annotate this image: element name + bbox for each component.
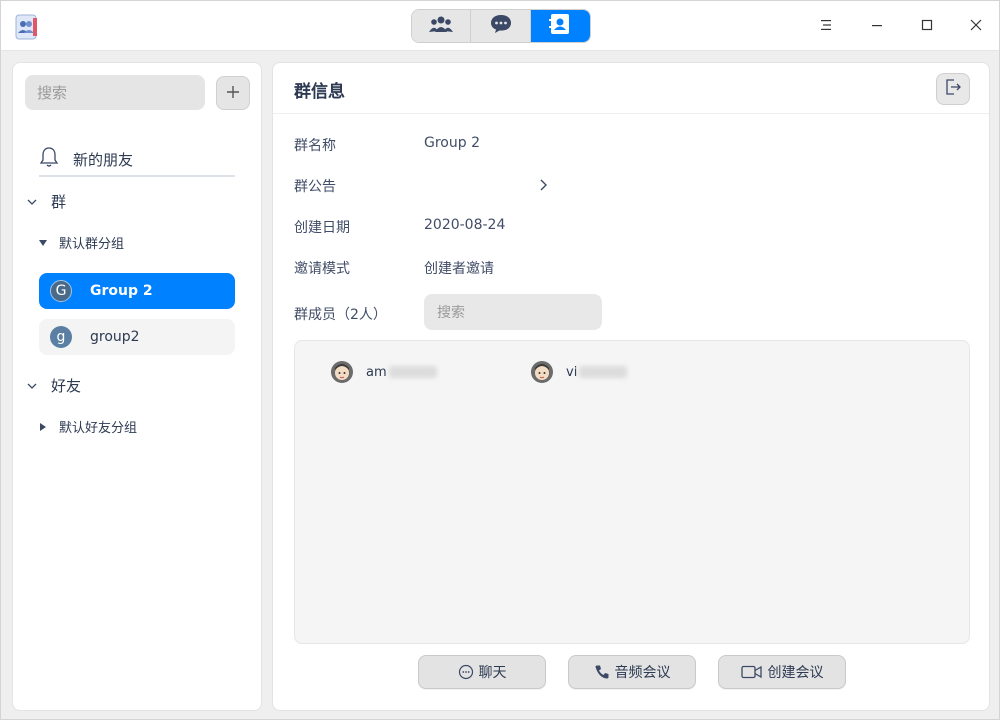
avatar	[331, 361, 353, 383]
minimize-icon	[870, 17, 884, 36]
group-item-group-2[interactable]: G Group 2	[39, 273, 235, 309]
app-window: 搜索 新的朋友 群 默认群分组 G Group 2 g group2 好友 默认…	[0, 0, 1000, 720]
close-button[interactable]	[961, 11, 991, 41]
member-search-placeholder: 搜索	[437, 305, 465, 321]
default-group-label: 默认群分组	[59, 237, 125, 252]
people-icon	[428, 14, 454, 38]
group-info-panel: 群信息 群名称 Group 2 群公告 创建日期 2020-08-24 邀请模式…	[272, 62, 990, 711]
member-item[interactable]: vi	[531, 361, 628, 383]
exit-icon	[944, 78, 962, 100]
close-icon	[969, 17, 983, 36]
triangle-right-icon	[37, 422, 49, 431]
bell-icon	[39, 146, 59, 172]
contact-card-icon	[549, 13, 571, 39]
group-name: group2	[90, 329, 140, 345]
chevron-down-icon	[25, 382, 39, 390]
audio-meeting-button-label: 音频会议	[614, 665, 671, 681]
plus-icon	[226, 84, 240, 103]
members-label: 群成员（2人）	[294, 307, 387, 323]
default-friend-group-header[interactable]: 默认好友分组	[37, 417, 137, 436]
group-name-value: Group 2	[424, 135, 480, 151]
member-name: vi	[566, 364, 578, 380]
member-search-input[interactable]: 搜索	[424, 294, 602, 330]
chat-button-label: 聊天	[478, 665, 507, 681]
page-title: 群信息	[294, 82, 345, 102]
member-name-redacted	[579, 366, 628, 378]
chevron-down-icon	[25, 198, 39, 206]
create-meeting-button[interactable]: 创建会议	[718, 655, 846, 689]
chat-bubble-icon	[489, 13, 513, 39]
new-friends-item[interactable]: 新的朋友	[39, 143, 235, 177]
avatar	[531, 361, 553, 383]
groups-section-label: 群	[51, 193, 67, 211]
app-logo-icon	[13, 13, 41, 41]
hamburger-menu-icon	[819, 17, 833, 36]
audio-meeting-button[interactable]: 音频会议	[568, 655, 696, 689]
maximize-button[interactable]	[912, 11, 942, 41]
group-notice-label: 群公告	[294, 179, 336, 195]
sidebar: 搜索 新的朋友 群 默认群分组 G Group 2 g group2 好友 默认…	[12, 62, 262, 711]
chat-bubble-icon	[458, 664, 474, 680]
avatar: G	[50, 280, 72, 302]
group-item-group2[interactable]: g group2	[39, 319, 235, 355]
tab-groups[interactable]	[412, 10, 472, 42]
avatar: g	[50, 326, 72, 348]
create-meeting-button-label: 创建会议	[767, 665, 824, 681]
tab-contacts[interactable]	[530, 10, 590, 42]
chevron-right-icon[interactable]	[539, 177, 549, 196]
member-name-redacted	[388, 366, 437, 378]
member-list: am vi	[294, 340, 970, 644]
invite-mode-value: 创建者邀请	[424, 261, 494, 277]
groups-section-header[interactable]: 群	[25, 191, 66, 212]
nav-tab-group	[411, 9, 591, 43]
invite-mode-label: 邀请模式	[294, 261, 350, 277]
default-friend-group-label: 默认好友分组	[59, 421, 138, 436]
phone-icon	[594, 664, 610, 680]
add-button[interactable]	[216, 76, 250, 110]
minimize-button[interactable]	[862, 11, 892, 41]
friends-section-header[interactable]: 好友	[25, 375, 81, 396]
new-friends-label: 新的朋友	[73, 150, 134, 169]
sidebar-search-placeholder: 搜索	[37, 84, 68, 102]
chat-button[interactable]: 聊天	[418, 655, 546, 689]
group-name-label: 群名称	[294, 138, 336, 154]
friends-section-label: 好友	[51, 377, 82, 395]
maximize-icon	[920, 17, 934, 36]
title-divider	[273, 113, 989, 114]
menu-button[interactable]	[811, 11, 841, 41]
title-bar	[1, 1, 999, 51]
default-group-header[interactable]: 默认群分组	[37, 233, 124, 252]
sidebar-search-input[interactable]: 搜索	[25, 75, 205, 110]
created-date-label: 创建日期	[294, 220, 350, 236]
triangle-down-icon	[37, 239, 49, 246]
member-name: am	[366, 364, 387, 380]
leave-group-button[interactable]	[936, 73, 970, 105]
video-camera-icon	[740, 664, 763, 680]
created-date-value: 2020-08-24	[424, 217, 506, 233]
member-item[interactable]: am	[331, 361, 437, 383]
group-name: Group 2	[90, 283, 153, 299]
tab-chat[interactable]	[471, 10, 531, 42]
